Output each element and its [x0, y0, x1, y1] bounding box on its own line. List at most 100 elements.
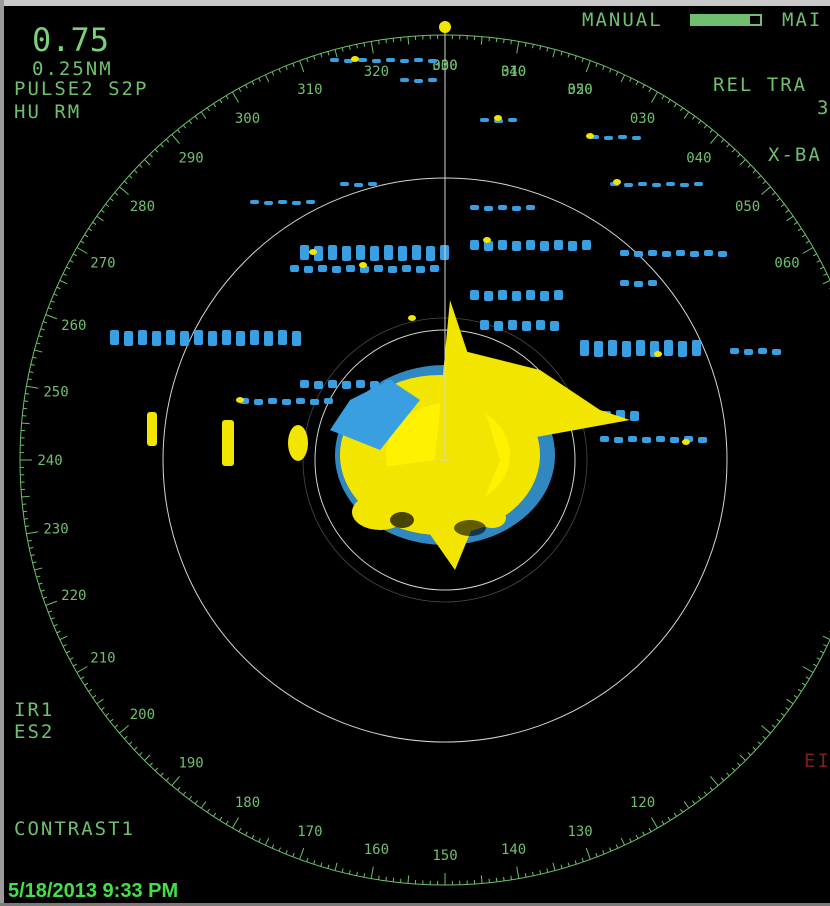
bearing-tick	[177, 129, 181, 134]
bearing-tick	[822, 635, 830, 641]
bearing-tick	[80, 240, 85, 244]
bearing-tick	[805, 240, 810, 244]
bearing-tick	[306, 57, 309, 63]
bearing-tick	[635, 81, 639, 86]
echo-blue	[670, 437, 679, 443]
bearing-tick	[32, 356, 37, 359]
gain-bar[interactable]	[690, 14, 762, 26]
pulse-mode[interactable]: PULSE2 S2P	[14, 80, 148, 99]
echo-blue	[426, 246, 435, 261]
bearing-tick	[225, 95, 229, 100]
vector-mode[interactable]: REL TRA	[713, 76, 807, 95]
bearing-tick	[36, 342, 41, 345]
bearing-tick	[819, 650, 824, 654]
bearing-tick	[407, 875, 410, 884]
echo-blue	[604, 136, 613, 140]
bearing-tick	[96, 215, 104, 222]
bearing-label: 220	[61, 588, 86, 604]
echo-blue	[526, 290, 535, 300]
echo-stretch[interactable]: ES2	[14, 723, 54, 742]
bearing-label: 130	[567, 824, 592, 840]
gain-mode[interactable]: MANUAL	[582, 11, 663, 30]
echo-blue	[346, 265, 355, 272]
bearing-tick	[385, 876, 387, 881]
bearing-tick	[341, 47, 344, 52]
echo-yellow	[654, 351, 662, 357]
interference-rejection[interactable]: IR1	[14, 701, 54, 720]
bearing-tick	[26, 531, 39, 535]
bearing-tick	[133, 169, 138, 174]
bearing-tick	[128, 741, 133, 745]
echo-yellow	[483, 237, 491, 243]
echo-blue	[414, 79, 423, 83]
echo-blue	[386, 58, 395, 62]
bearing-tick	[327, 864, 330, 869]
bearing-tick	[245, 831, 248, 836]
bearing-tick	[816, 657, 821, 660]
bearing-tick	[149, 762, 153, 767]
bearing-tick	[213, 812, 217, 817]
bearing-tick	[731, 148, 736, 153]
echo-blue	[632, 136, 641, 140]
bearing-tick	[299, 847, 305, 860]
range-scale[interactable]: 0.75	[32, 24, 109, 56]
echo-blue	[554, 240, 563, 250]
mode-label[interactable]: MAI	[782, 11, 822, 30]
orientation-mode[interactable]: HU RM	[14, 103, 81, 122]
bearing-tick	[188, 120, 193, 125]
echo-blue	[310, 399, 319, 405]
target-west-2	[222, 420, 234, 466]
bearing-tick	[661, 95, 665, 100]
bearing-tick	[123, 180, 128, 185]
bearing-tick	[32, 561, 37, 564]
echo-blue	[342, 381, 351, 389]
bearing-tick	[567, 53, 570, 58]
bearing-tick	[524, 42, 527, 47]
echo-blue	[268, 398, 277, 404]
bearing-label: 310	[297, 82, 322, 98]
echo-blue	[554, 290, 563, 300]
contrast-setting[interactable]: CONTRAST1	[14, 820, 135, 839]
bearing-tick	[53, 293, 58, 296]
bearing-tick	[709, 129, 713, 134]
echo-yellow	[586, 133, 594, 139]
bearing-tick	[24, 518, 29, 520]
echo-blue	[370, 246, 379, 261]
bearing-tick	[581, 857, 584, 863]
radar-screen: 000 010 020 030 040 050 060 120 130 140 150 160 170 1…	[0, 0, 830, 906]
bearing-tick	[692, 800, 696, 805]
bearing-tick	[171, 776, 180, 786]
bearing-tick	[59, 279, 68, 285]
bearing-tick	[45, 600, 58, 606]
bearing-tick	[21, 495, 30, 498]
bearing-tick	[552, 862, 556, 871]
bearing-label: 350	[567, 82, 592, 98]
bearing-tick	[510, 40, 512, 45]
heading-marker-icon	[439, 21, 451, 33]
bearing-tick	[524, 873, 527, 878]
bearing-tick	[334, 49, 338, 58]
echo-blue	[550, 321, 559, 331]
bearing-tick	[219, 99, 223, 104]
bearing-tick	[661, 820, 665, 825]
bearing-tick	[225, 820, 229, 825]
echo-blue	[368, 182, 377, 186]
bearing-tick	[306, 857, 309, 863]
echo-blue	[580, 340, 589, 356]
bearing-tick	[822, 279, 830, 285]
bearing-tick	[709, 786, 713, 791]
echo-blue	[318, 265, 327, 272]
bearing-tick	[552, 49, 556, 58]
bearing-tick	[802, 247, 814, 254]
bearing-tick	[133, 746, 138, 751]
echo-blue	[526, 240, 535, 250]
bearing-tick	[285, 65, 288, 70]
bearing-tick	[25, 393, 30, 395]
echo-blue	[624, 183, 633, 187]
bearing-tick	[823, 273, 828, 276]
bearing-tick	[609, 847, 612, 852]
echo-blue	[124, 331, 133, 346]
bearing-tick	[219, 816, 223, 821]
bearing-tick	[683, 801, 690, 809]
bearing-tick	[762, 180, 767, 185]
